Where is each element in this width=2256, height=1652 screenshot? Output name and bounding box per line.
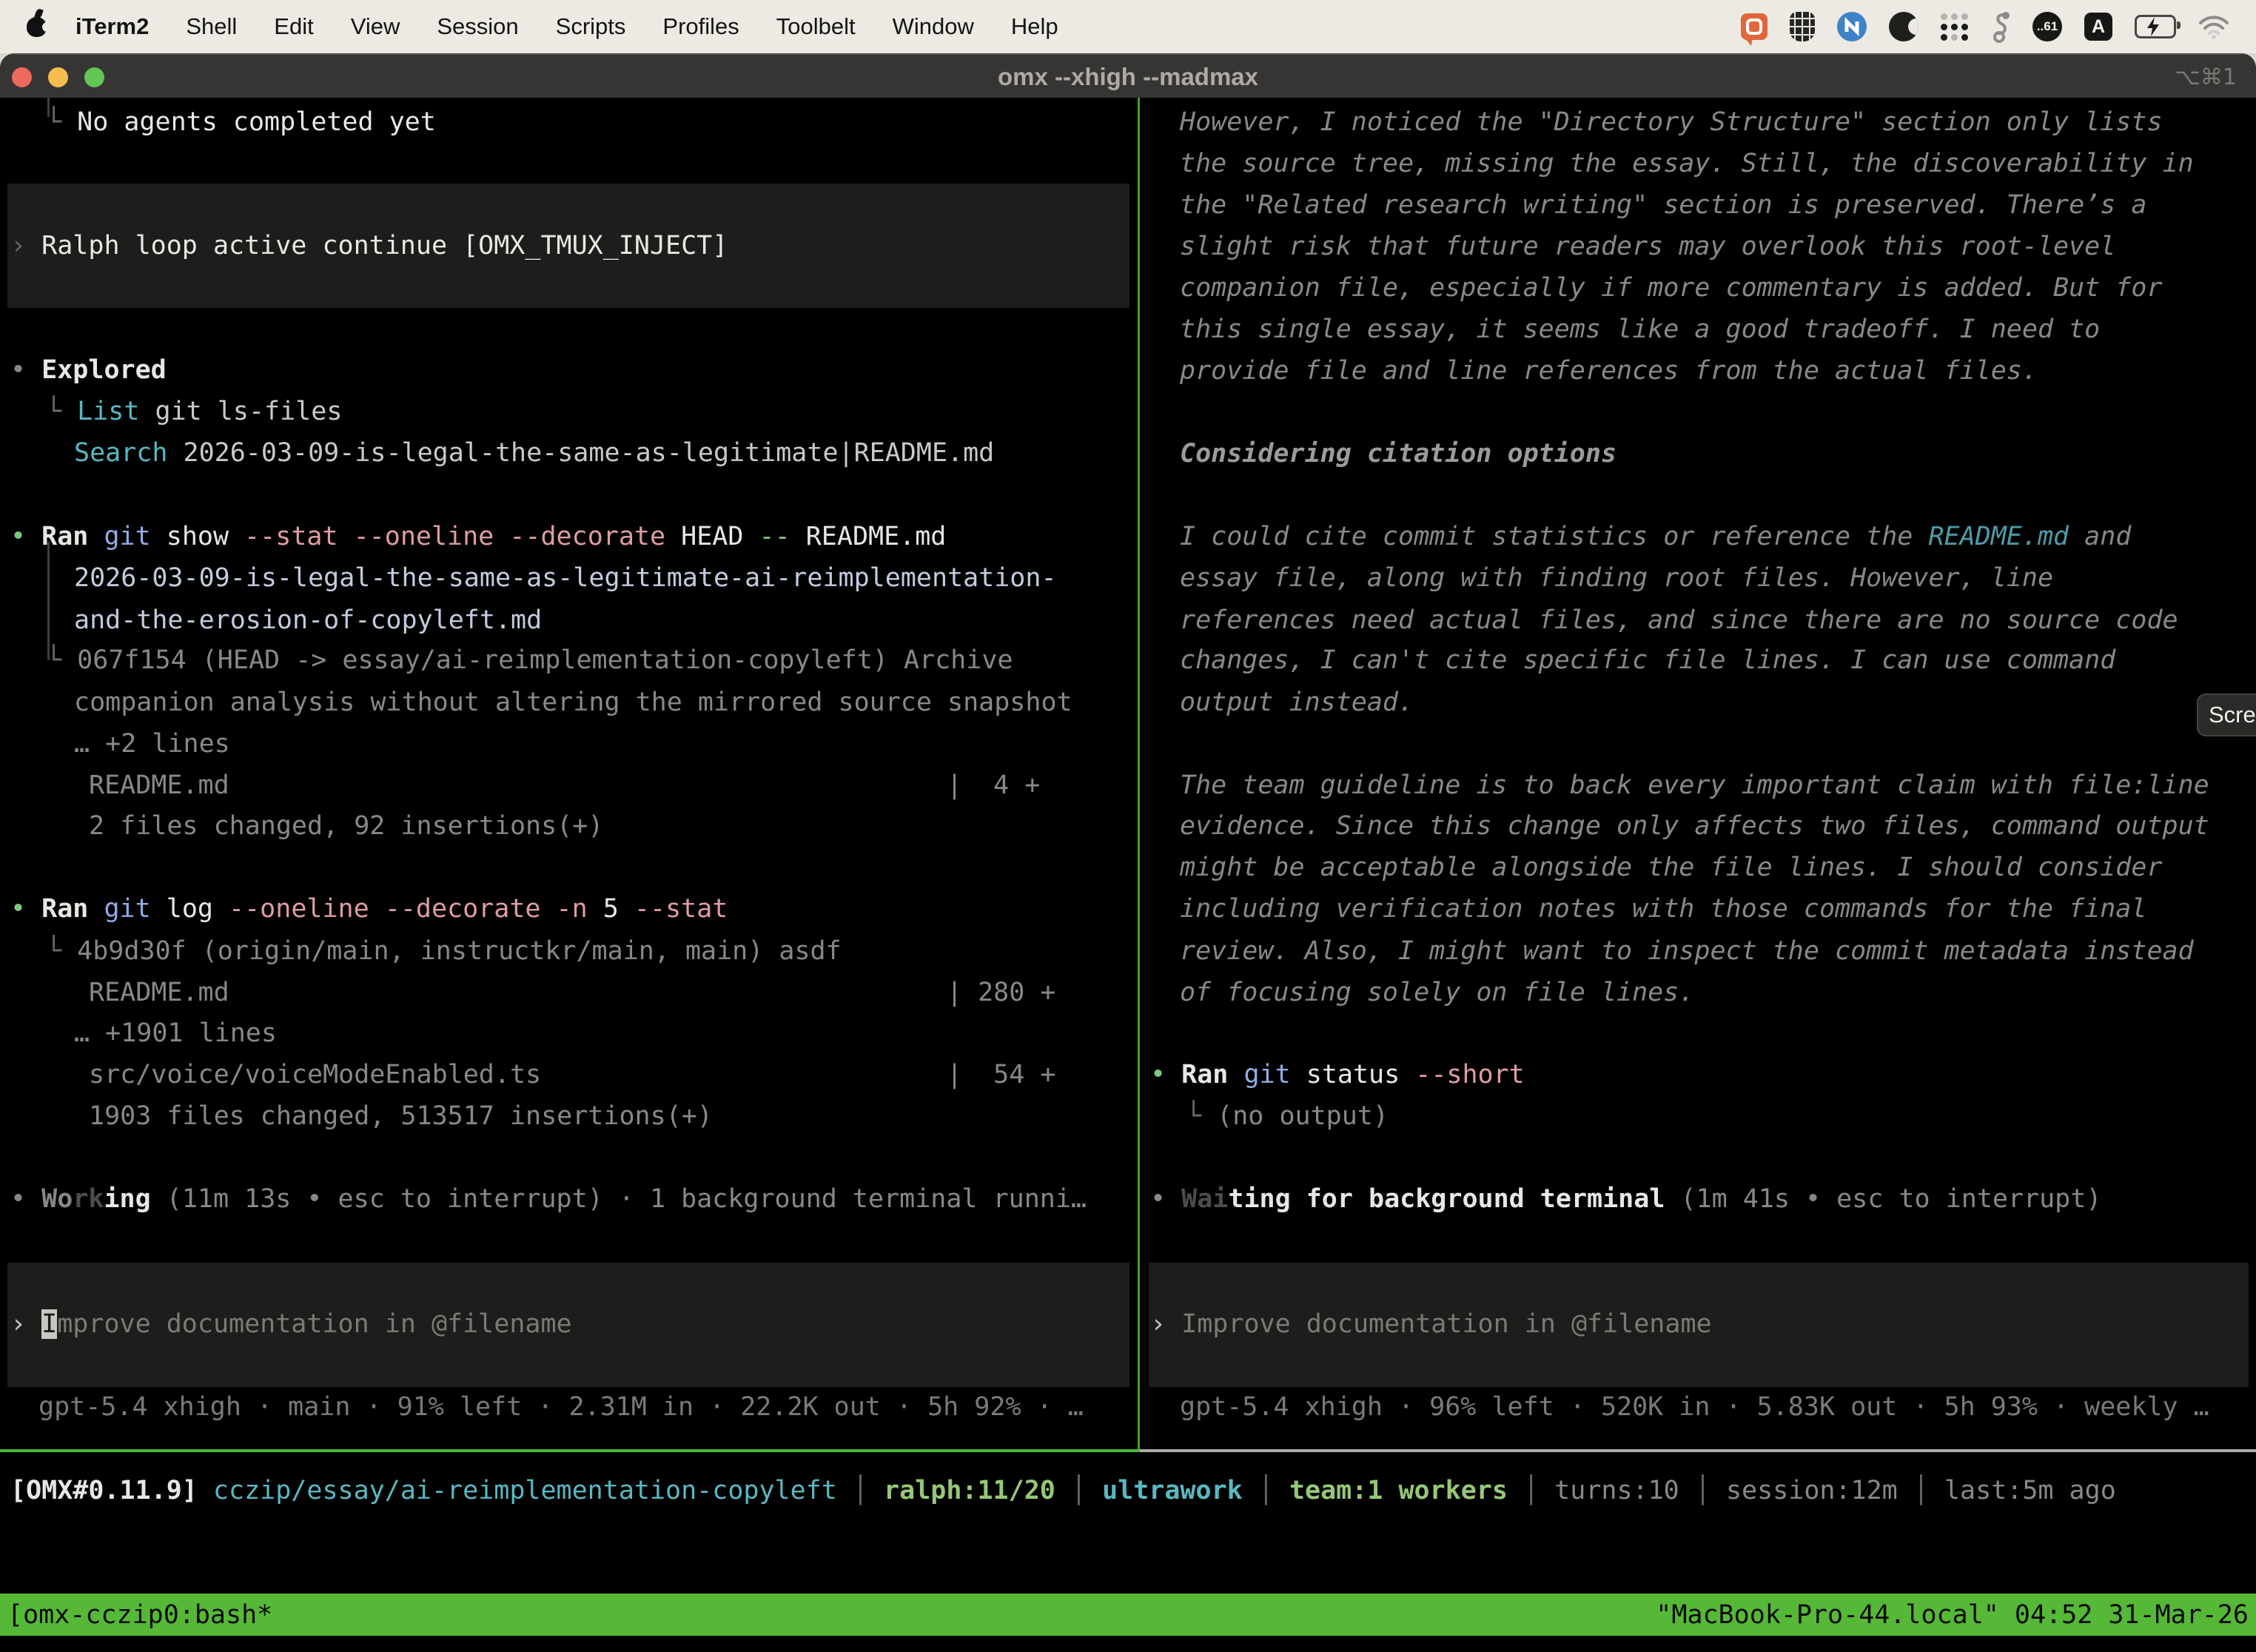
text-segment: │ bbox=[1243, 1476, 1289, 1505]
menu-item-profiles[interactable]: Profiles bbox=[644, 13, 757, 40]
hook-icon[interactable] bbox=[1991, 10, 2010, 43]
menu-bar-status-icons: ..61 A bbox=[1741, 0, 2256, 53]
window-shortcut-badge: ⌥⌘1 bbox=[2175, 55, 2237, 99]
menu-item-edit[interactable]: Edit bbox=[255, 13, 332, 40]
screen-tooltip-text: Scre bbox=[2209, 702, 2256, 728]
screenshot-icon[interactable] bbox=[1741, 13, 1767, 40]
menu-bar: iTerm2 Shell Edit View Session Scripts P… bbox=[0, 0, 2256, 53]
menu-item-window[interactable]: Window bbox=[874, 13, 993, 40]
menu-item-shell[interactable]: Shell bbox=[167, 13, 255, 40]
battery-icon[interactable] bbox=[2135, 15, 2176, 38]
ralph-counter: ralph:11/20 bbox=[884, 1476, 1055, 1505]
text-segment: │ bbox=[1055, 1476, 1102, 1505]
sync-icon[interactable] bbox=[1837, 12, 1867, 41]
turns-counter: turns:10 bbox=[1554, 1476, 1679, 1505]
menu-item-scripts[interactable]: Scripts bbox=[537, 13, 645, 40]
text-segment: │ bbox=[1898, 1476, 1944, 1505]
text-segment bbox=[198, 1476, 213, 1505]
menu-item-toolbelt[interactable]: Toolbelt bbox=[758, 13, 874, 40]
keyboard-layout-icon[interactable]: A bbox=[2084, 13, 2112, 41]
omx-status-bar: [OMX#0.11.9] cczip/essay/ai-reimplementa… bbox=[0, 98, 2256, 1652]
menu-item-iterm2[interactable]: iTerm2 bbox=[57, 13, 167, 40]
menu-item-session[interactable]: Session bbox=[418, 13, 537, 40]
iterm2-window: omx --xhigh --madmax ⌥⌘1 └ No agents com… bbox=[0, 53, 2256, 1652]
menu-item-help[interactable]: Help bbox=[993, 13, 1077, 40]
dots-grid-icon[interactable] bbox=[1941, 13, 1969, 41]
mode-badge: ultrawork bbox=[1102, 1476, 1243, 1505]
pie-icon[interactable] bbox=[1889, 12, 1918, 41]
text-segment: │ bbox=[1508, 1476, 1554, 1505]
terminal-content[interactable]: └ No agents completed yet› Ralph loop ac… bbox=[0, 98, 2256, 1652]
wifi-icon[interactable] bbox=[2198, 14, 2229, 39]
text-segment: │ bbox=[1679, 1476, 1726, 1505]
workspace-path: cczip/essay/ai-reimplementation-copyleft bbox=[213, 1476, 837, 1505]
shield-icon[interactable] bbox=[1790, 12, 1815, 41]
window-title-bar[interactable]: omx --xhigh --madmax ⌥⌘1 bbox=[0, 53, 2256, 99]
tmux-host-clock: "MacBook-Pro-44.local" 04:52 31-Mar-26 bbox=[1656, 1600, 2249, 1630]
session-duration: session:12m bbox=[1726, 1476, 1898, 1505]
omx-version: [OMX#0.11.9] bbox=[10, 1476, 198, 1505]
window-title: omx --xhigh --madmax bbox=[0, 55, 2256, 99]
badge-61-icon[interactable]: ..61 bbox=[2032, 12, 2062, 41]
tmux-session-label[interactable]: [omx-cczip0:bash* bbox=[7, 1600, 272, 1630]
omx-status-line: [OMX#0.11.9] cczip/essay/ai-reimplementa… bbox=[10, 1470, 2116, 1511]
team-counter: team:1 workers bbox=[1289, 1476, 1508, 1505]
text-segment: │ bbox=[837, 1476, 884, 1505]
last-activity: last:5m ago bbox=[1944, 1476, 2116, 1505]
tmux-status-bar: [omx-cczip0:bash* "MacBook-Pro-44.local"… bbox=[0, 1594, 2256, 1636]
menu-item-view[interactable]: View bbox=[332, 13, 419, 40]
screen-tooltip: Scre bbox=[2197, 694, 2256, 736]
apple-menu-icon[interactable] bbox=[27, 17, 47, 37]
